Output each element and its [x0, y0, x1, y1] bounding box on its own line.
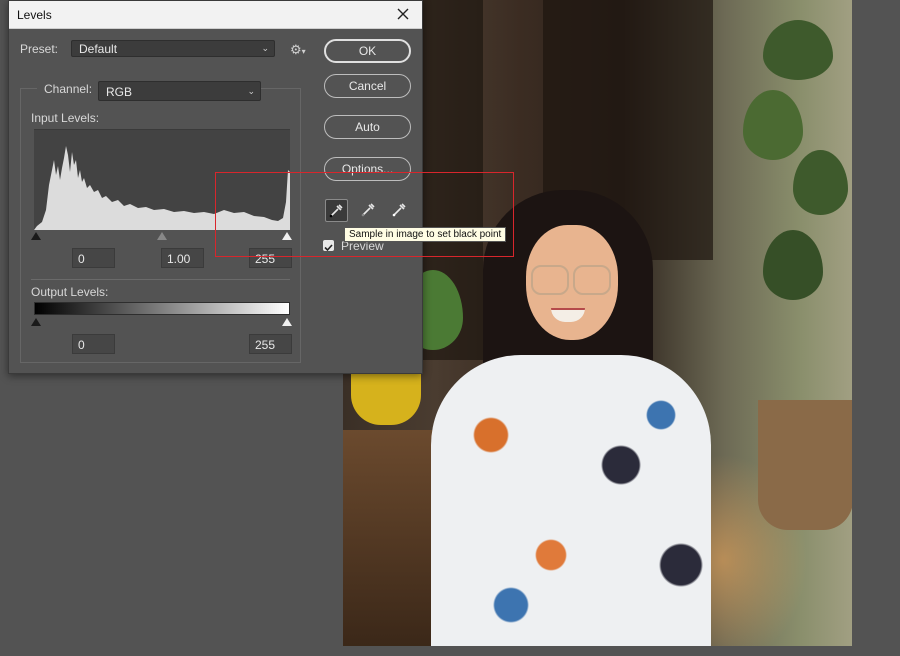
preset-value: Default [79, 42, 118, 56]
auto-button[interactable]: Auto [324, 115, 411, 139]
yellow-pot [351, 370, 421, 425]
output-gradient-bar [34, 302, 290, 315]
glasses-lens-right [573, 265, 611, 295]
plant-leaf [763, 230, 823, 300]
eyedropper-tooltip: Sample in image to set black point [344, 227, 507, 242]
gear-icon[interactable]: ⚙▾ [290, 42, 308, 57]
input-black-slider[interactable] [31, 232, 41, 240]
input-gamma-field[interactable]: 1.00 [161, 248, 204, 268]
input-gamma-slider[interactable] [157, 232, 167, 240]
subject-shirt [431, 355, 711, 646]
input-white-field[interactable]: 255 [249, 248, 292, 268]
plant-leaf [743, 90, 803, 160]
ok-button[interactable]: OK [324, 39, 411, 63]
output-levels-label: Output Levels: [31, 285, 109, 299]
output-white-field[interactable]: 255 [249, 334, 292, 354]
output-black-slider[interactable] [31, 318, 41, 326]
output-divider [31, 279, 290, 280]
input-black-field[interactable]: 0 [72, 248, 115, 268]
output-black-field[interactable]: 0 [72, 334, 115, 354]
preset-label: Preset: [20, 42, 59, 56]
preview-checkbox[interactable] [323, 240, 334, 252]
clay-pot [758, 400, 852, 530]
output-white-slider[interactable] [282, 318, 292, 326]
channel-label: Channel: [37, 82, 100, 96]
input-levels-label: Input Levels: [31, 111, 100, 125]
plant-leaf [763, 20, 833, 80]
checkmark-icon [324, 244, 333, 252]
close-icon[interactable] [393, 4, 413, 24]
chevron-down-icon: ⌄ [261, 43, 269, 53]
histogram [34, 129, 290, 230]
white-point-eyedropper-icon[interactable] [389, 199, 412, 222]
preset-select[interactable]: Default ⌄ [71, 40, 275, 57]
chevron-down-icon: ⌄ [247, 86, 255, 96]
plant-leaf [793, 150, 848, 215]
gray-point-eyedropper-icon[interactable] [358, 199, 381, 222]
black-point-eyedropper-icon[interactable] [325, 199, 348, 222]
cancel-button[interactable]: Cancel [324, 74, 411, 98]
title-bar[interactable]: Levels [9, 1, 422, 29]
channel-value: RGB [106, 85, 133, 99]
dialog-title: Levels [17, 8, 52, 22]
levels-dialog: Levels Preset: Default ⌄ ⚙▾ Channel: RGB… [8, 0, 507, 374]
options-button[interactable]: Options... [324, 157, 411, 181]
channel-select[interactable]: RGB ⌄ [98, 81, 261, 101]
input-white-slider[interactable] [282, 232, 292, 240]
glasses-lens-left [531, 265, 569, 295]
